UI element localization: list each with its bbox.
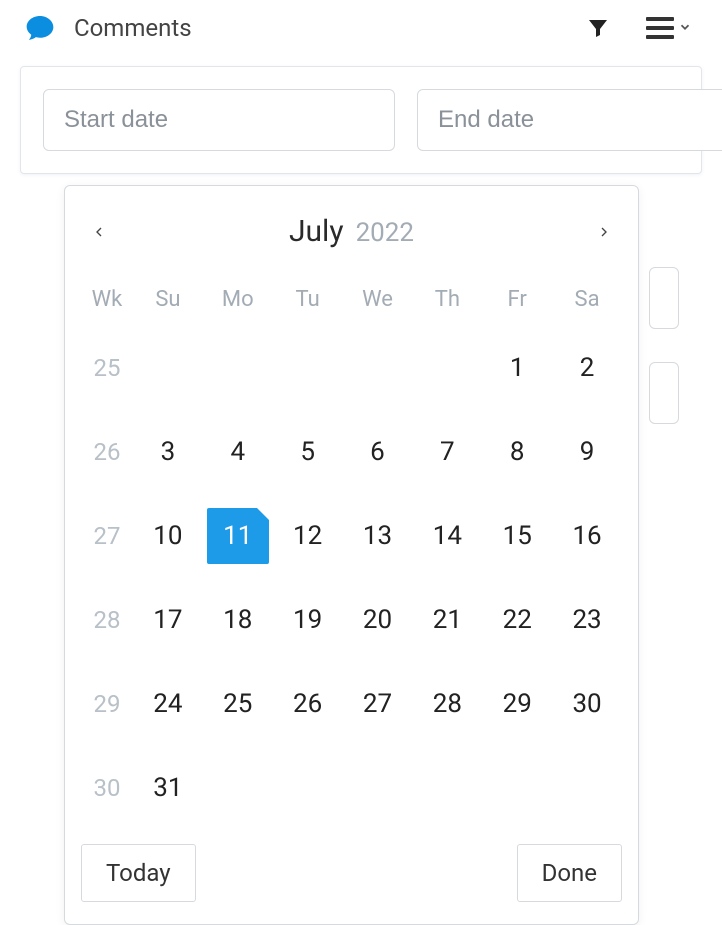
calendar-day[interactable]: 24 xyxy=(133,676,203,732)
chevron-down-icon xyxy=(678,19,692,38)
calendar-day[interactable]: 5 xyxy=(273,424,343,480)
end-date-input[interactable] xyxy=(417,89,722,151)
calendar-day[interactable]: 8 xyxy=(482,424,552,480)
week-number: 30 xyxy=(81,774,133,802)
dow-header: Th xyxy=(412,287,482,312)
calendar-day[interactable]: 3 xyxy=(133,424,203,480)
today-button[interactable]: Today xyxy=(81,844,196,902)
calendar-day[interactable]: 19 xyxy=(273,592,343,648)
week-number: 25 xyxy=(81,354,133,382)
calendar-day[interactable]: 23 xyxy=(552,592,622,648)
calendar-day[interactable]: 7 xyxy=(412,424,482,480)
dow-header: Mo xyxy=(203,287,273,312)
calendar-day[interactable]: 13 xyxy=(343,508,413,564)
week-number: 27 xyxy=(81,522,133,550)
dow-header: Tu xyxy=(273,287,343,312)
week-column-header: Wk xyxy=(81,287,133,312)
calendar-year: 2022 xyxy=(356,218,414,248)
topbar: Comments xyxy=(0,0,722,56)
background-field xyxy=(649,267,679,329)
calendar-day[interactable]: 2 xyxy=(552,340,622,396)
calendar-footer: Today Done xyxy=(81,828,622,908)
calendar-day[interactable]: 14 xyxy=(412,508,482,564)
calendar-day[interactable]: 9 xyxy=(552,424,622,480)
date-filter-panel xyxy=(20,66,702,174)
dow-header: Su xyxy=(133,287,203,312)
menu-button[interactable] xyxy=(646,17,692,39)
next-month-button[interactable] xyxy=(592,220,616,244)
start-date-input[interactable] xyxy=(43,89,395,151)
calendar-day[interactable]: 21 xyxy=(412,592,482,648)
week-number: 28 xyxy=(81,606,133,634)
comment-icon xyxy=(24,12,56,44)
calendar-day[interactable]: 22 xyxy=(482,592,552,648)
week-number: 29 xyxy=(81,690,133,718)
calendar-grid: WkSuMoTuWeThFrSa251226345678927101112131… xyxy=(81,287,622,816)
date-inputs-row xyxy=(43,89,679,151)
calendar-month: July xyxy=(289,214,344,249)
calendar-day[interactable]: 26 xyxy=(273,676,343,732)
calendar-day[interactable]: 16 xyxy=(552,508,622,564)
calendar-day[interactable]: 31 xyxy=(133,760,203,816)
calendar-header: July 2022 xyxy=(81,204,622,269)
calendar-day[interactable]: 10 xyxy=(133,508,203,564)
dow-header: Fr xyxy=(482,287,552,312)
topbar-left: Comments xyxy=(0,12,192,44)
calendar-day[interactable]: 20 xyxy=(343,592,413,648)
calendar-day[interactable]: 18 xyxy=(203,592,273,648)
done-button[interactable]: Done xyxy=(517,844,622,902)
prev-month-button[interactable] xyxy=(87,220,111,244)
filter-icon[interactable] xyxy=(586,16,610,40)
calendar-day[interactable]: 27 xyxy=(343,676,413,732)
dow-header: We xyxy=(343,287,413,312)
background-field xyxy=(649,362,679,424)
calendar-day[interactable]: 12 xyxy=(273,508,343,564)
calendar-day[interactable]: 29 xyxy=(482,676,552,732)
calendar-day[interactable]: 15 xyxy=(482,508,552,564)
calendar-day[interactable]: 30 xyxy=(552,676,622,732)
hamburger-icon xyxy=(646,17,674,39)
calendar-day[interactable]: 11 xyxy=(207,508,269,564)
calendar-day[interactable]: 25 xyxy=(203,676,273,732)
calendar-day[interactable]: 1 xyxy=(482,340,552,396)
datepicker-popup: July 2022 WkSuMoTuWeThFrSa25122634567892… xyxy=(64,185,639,925)
calendar-day[interactable]: 28 xyxy=(412,676,482,732)
calendar-day[interactable]: 4 xyxy=(203,424,273,480)
calendar-day[interactable]: 6 xyxy=(343,424,413,480)
page-title: Comments xyxy=(74,14,192,42)
dow-header: Sa xyxy=(552,287,622,312)
calendar-title[interactable]: July 2022 xyxy=(289,214,414,249)
week-number: 26 xyxy=(81,438,133,466)
calendar-day[interactable]: 17 xyxy=(133,592,203,648)
